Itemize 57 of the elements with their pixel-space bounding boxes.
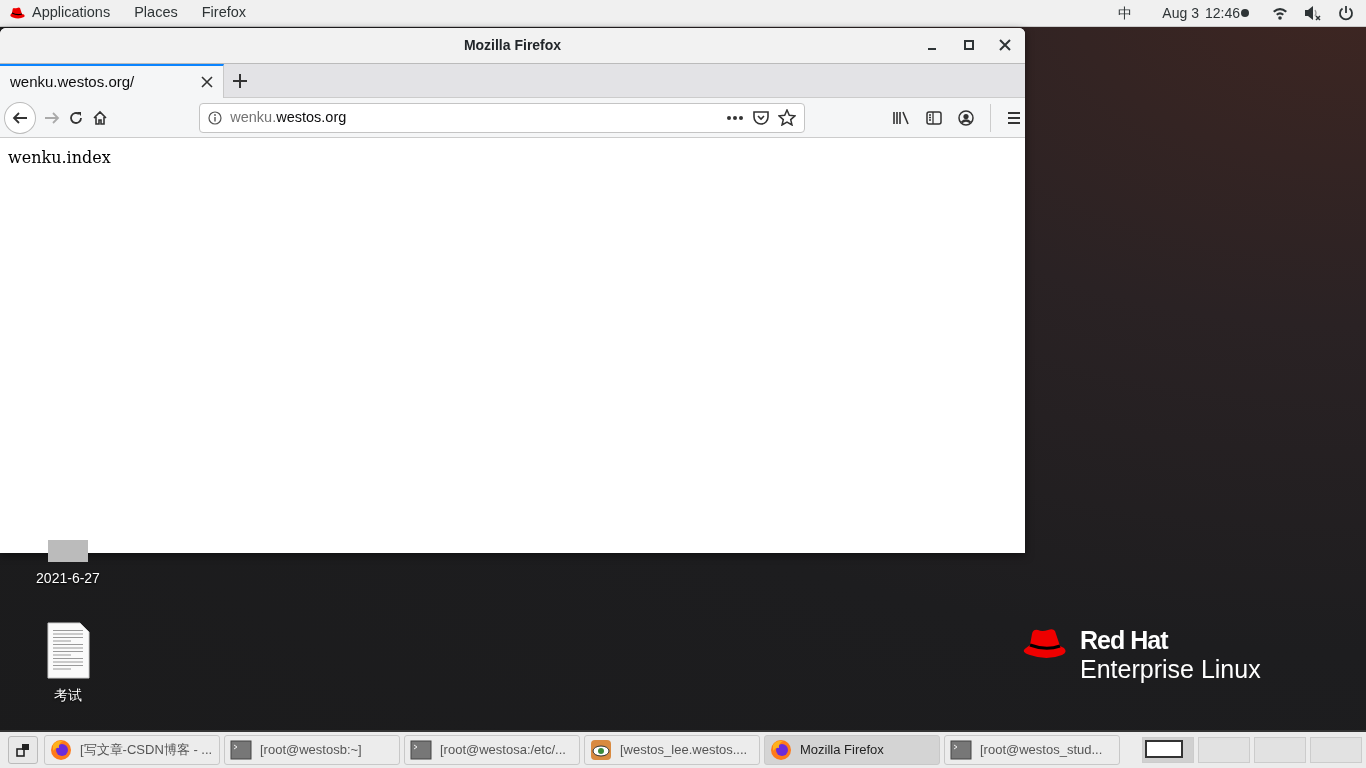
close-icon[interactable] — [201, 76, 213, 88]
tab-title: wenku.westos.org/ — [10, 71, 135, 92]
info-icon — [208, 110, 223, 125]
home-icon[interactable] — [91, 109, 108, 126]
globe-icon — [50, 739, 72, 761]
menu-icon[interactable] — [1007, 110, 1021, 125]
logo-title: Red Hat — [1080, 626, 1169, 654]
input-method-indicator[interactable]: 中 — [1118, 2, 1133, 24]
account-icon[interactable] — [958, 109, 974, 126]
more-icon[interactable] — [725, 114, 744, 121]
browser-tab[interactable]: wenku.westos.org/ — [0, 64, 224, 98]
icon-label[interactable]: 考试 — [54, 685, 82, 706]
window-title: Mozilla Firefox — [463, 36, 562, 55]
star-icon[interactable] — [777, 109, 796, 126]
new-tab-icon[interactable] — [232, 72, 248, 89]
workspace-thumbnail[interactable] — [1310, 737, 1362, 763]
dot-icon — [1240, 8, 1250, 18]
taskbar-item[interactable]: Mozilla Firefox — [764, 735, 940, 765]
back-arrow-icon — [11, 109, 28, 126]
pocket-icon[interactable] — [751, 109, 770, 126]
workspace-thumbnail[interactable] — [1254, 737, 1306, 763]
wifi-icon[interactable] — [1272, 5, 1288, 21]
back-button[interactable] — [4, 101, 36, 134]
workspace-thumbnail[interactable] — [1142, 737, 1194, 763]
windows-icon — [16, 743, 30, 757]
url-text: wenku.westos.org — [230, 107, 348, 127]
taskbar-item[interactable]: [westos_lee.westos.... — [584, 735, 760, 765]
workspace-thumbnail[interactable] — [1198, 737, 1250, 763]
taskbar-item[interactable]: [root@westosa:/etc/... — [404, 735, 580, 765]
menu-item[interactable]: Applications — [32, 2, 111, 24]
hat-icon[interactable] — [8, 5, 26, 21]
taskbar-item[interactable]: [root@westosb:~] — [224, 735, 400, 765]
date-label[interactable]: Aug 3 — [1162, 2, 1199, 24]
maximize-icon[interactable] — [963, 39, 975, 51]
menu-item[interactable]: Firefox — [201, 2, 247, 24]
file-icon — [48, 540, 88, 562]
document-icon — [46, 622, 90, 679]
clock-label[interactable]: 12:46 — [1204, 2, 1240, 24]
show-desktop-button[interactable] — [8, 736, 38, 764]
muted-speaker-icon[interactable] — [1304, 5, 1322, 21]
logo-subtitle: Enterprise Linux — [1080, 654, 1261, 684]
library-icon[interactable] — [892, 109, 910, 126]
menu-item[interactable]: Places — [134, 2, 178, 24]
taskbar-item[interactable]: [root@westos_stud... — [944, 735, 1120, 765]
terminal-icon — [410, 739, 432, 761]
terminal-icon — [950, 739, 972, 761]
eye-icon — [590, 739, 612, 761]
close-icon[interactable] — [999, 39, 1011, 51]
sidebar-icon[interactable] — [926, 110, 942, 125]
globe-icon — [770, 739, 792, 761]
terminal-icon — [230, 739, 252, 761]
reload-icon[interactable] — [67, 109, 84, 126]
page-text: wenku.index — [8, 148, 111, 167]
icon-label[interactable]: 2021-6-27 — [36, 568, 100, 589]
taskbar-item[interactable]: [写文章-CSDN博客 - ... — [44, 735, 220, 765]
power-icon[interactable] — [1338, 5, 1354, 21]
address-bar[interactable]: wenku.westos.org — [199, 102, 805, 133]
